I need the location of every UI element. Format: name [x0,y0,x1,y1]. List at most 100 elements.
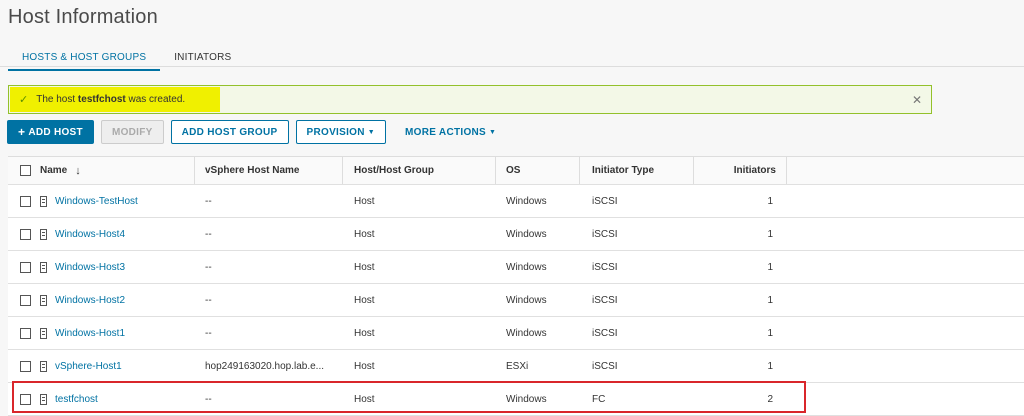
tab-bar: HOSTS & HOST GROUPS INITIATORS [8,52,245,71]
select-all-checkbox[interactable] [20,165,31,176]
alert-message: The host testfchost was created. [36,94,185,105]
host-name-link[interactable]: Windows-Host4 [55,229,125,240]
host-name-link[interactable]: Windows-Host1 [55,328,125,339]
host-icon [40,228,47,240]
cell-initiator-type: iSCSI [592,294,618,306]
host-icon [40,261,47,273]
cell-name: vSphere-Host1 [8,350,195,382]
tab-initiators[interactable]: INITIATORS [160,52,245,71]
cell-os: Windows [506,195,547,207]
table-row[interactable]: vSphere-Host1 hop249163020.hop.lab.e... Ho… [8,350,1024,383]
cell-initiators: 1 [767,294,773,306]
host-name-link[interactable]: Windows-Host2 [55,295,125,306]
column-filler [787,157,1024,184]
cell-host-group: Host [354,294,375,306]
provision-label: PROVISION [306,126,365,138]
cell-initiators: 1 [767,360,773,372]
cell-vsphere-host-name: hop249163020.hop.lab.e... [205,360,324,372]
cell-vsphere-host-name: -- [205,294,212,306]
cell-initiator-type: iSCSI [592,360,618,372]
cell-initiators: 1 [767,195,773,207]
table-row[interactable]: testfchost -- Host Windows FC 2 [8,383,1024,416]
hosts-table: Name ↓ vSphere Host Name Host/Host Group … [8,156,1024,416]
cell-vsphere-host-name: -- [205,327,212,339]
alert-prefix: The host [36,94,78,105]
column-vsphere-host-name[interactable]: vSphere Host Name [195,157,343,184]
table-row[interactable]: Windows-Host4 -- Host Windows iSCSI 1 [8,218,1024,251]
table-body: Windows-TestHost -- Host Windows iSCSI 1 Windo… [8,185,1024,416]
row-checkbox[interactable] [20,294,31,306]
cell-filler [787,284,1024,316]
success-alert: ✓ The host testfchost was created. ✕ [8,85,932,114]
cell-filler [787,317,1024,349]
cell-initiator-type: FC [592,393,606,405]
host-icon [40,195,47,207]
cell-host-group: Host [354,327,375,339]
cell-name: Windows-Host1 [8,317,195,349]
row-checkbox[interactable] [20,393,31,405]
check-icon: ✓ [19,94,29,106]
cell-name: Windows-Host3 [8,251,195,283]
column-name[interactable]: Name ↓ [8,157,195,184]
alert-suffix: was created. [125,94,186,105]
table-row[interactable]: Windows-Host1 -- Host Windows iSCSI 1 [8,317,1024,350]
modify-button[interactable]: MODIFY [100,120,164,144]
row-checkbox[interactable] [20,195,31,207]
cell-os: ESXi [506,360,529,372]
column-os[interactable]: OS [496,157,580,184]
toolbar: + ADD HOST MODIFY ADD HOST GROUP PROVISIO… [7,120,513,144]
host-name-link[interactable]: vSphere-Host1 [55,361,122,372]
cell-host-group: Host [354,393,375,405]
table-row[interactable]: Windows-Host2 -- Host Windows iSCSI 1 [8,284,1024,317]
cell-initiators: 1 [767,261,773,273]
cell-filler [787,185,1024,217]
table-row[interactable]: Windows-TestHost -- Host Windows iSCSI 1 [8,185,1024,218]
cell-filler [787,350,1024,382]
add-host-label: ADD HOST [28,126,83,138]
cell-os: Windows [506,327,547,339]
host-name-link[interactable]: Windows-TestHost [55,196,138,207]
table-row[interactable]: Windows-Host3 -- Host Windows iSCSI 1 [8,251,1024,284]
column-host-group[interactable]: Host/Host Group [343,157,496,184]
host-icon [40,393,47,405]
host-icon [40,327,47,339]
cell-filler [787,383,1024,415]
alert-host-name: testfchost [77,94,126,105]
host-icon [40,360,47,372]
column-name-label: Name [40,165,68,176]
page-title: Host Information [8,6,158,28]
host-name-link[interactable]: Windows-Host3 [55,262,125,273]
cell-vsphere-host-name: -- [205,393,212,405]
cell-os: Windows [506,228,547,240]
cell-os: Windows [506,261,547,273]
add-host-button[interactable]: + ADD HOST [7,120,94,144]
column-initiator-type[interactable]: Initiator Type [580,157,694,184]
cell-vsphere-host-name: -- [205,195,212,207]
cell-vsphere-host-name: -- [205,228,212,240]
tab-hosts-host-groups[interactable]: HOSTS & HOST GROUPS [8,52,161,71]
host-name-link[interactable]: testfchost [55,394,98,405]
add-host-group-button[interactable]: ADD HOST GROUP [170,120,289,144]
cell-initiator-type: iSCSI [592,327,618,339]
provision-button[interactable]: PROVISION ▼ [295,120,387,144]
cell-initiator-type: iSCSI [592,228,618,240]
row-checkbox[interactable] [20,261,31,273]
column-initiators[interactable]: Initiators [694,157,787,184]
cell-host-group: Host [354,261,375,273]
sort-down-icon[interactable]: ↓ [75,165,81,177]
cell-host-group: Host [354,360,375,372]
cell-filler [787,218,1024,250]
row-checkbox[interactable] [20,228,31,240]
plus-icon: + [18,125,26,139]
cell-initiators: 1 [767,228,773,240]
close-icon[interactable]: ✕ [912,93,922,107]
more-actions-button[interactable]: MORE ACTIONS ▼ [395,120,506,144]
cell-filler [787,251,1024,283]
cell-initiator-type: iSCSI [592,195,618,207]
row-checkbox[interactable] [20,360,31,372]
chevron-down-icon: ▼ [367,128,376,136]
row-checkbox[interactable] [20,327,31,339]
table-header: Name ↓ vSphere Host Name Host/Host Group … [8,157,1024,185]
cell-host-group: Host [354,195,375,207]
cell-host-group: Host [354,228,375,240]
